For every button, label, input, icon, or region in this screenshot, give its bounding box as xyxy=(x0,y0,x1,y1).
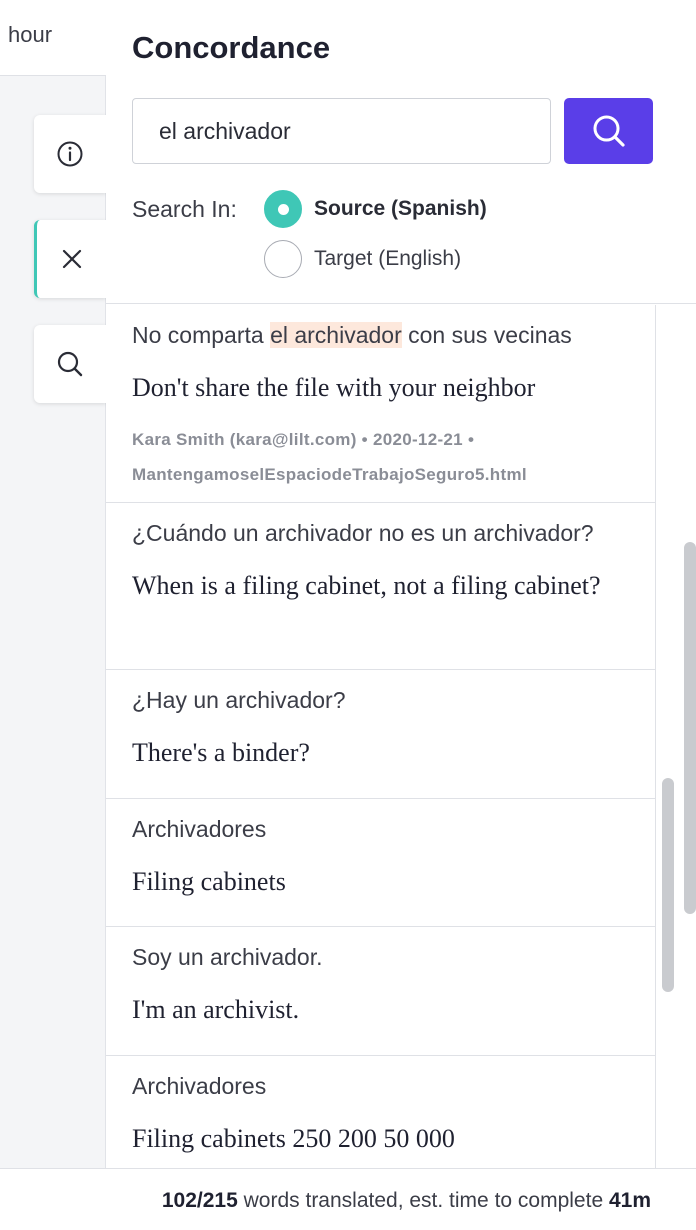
concordance-header: Concordance Search In: Source (Spanish) … xyxy=(106,0,696,304)
info-button[interactable] xyxy=(34,115,106,193)
radio-target[interactable]: Target (English) xyxy=(264,240,461,278)
concordance-search-input[interactable] xyxy=(132,98,551,164)
result-item[interactable]: ¿Hay un archivador? There's a binder? xyxy=(106,670,655,799)
progress-footer: 102/215 words translated, est. time to c… xyxy=(0,1168,696,1230)
radio-target-label: Target (English) xyxy=(314,247,462,270)
radio-source-label: Source (Spanish) xyxy=(314,197,487,220)
result-target: When is a filing cabinet, not a filing c… xyxy=(132,571,601,600)
progress-label: words translated, est. time to complete xyxy=(237,1189,609,1212)
result-item[interactable]: No comparta el archivador con sus vecina… xyxy=(106,305,655,503)
concordance-panel: Concordance Search In: Source (Spanish) … xyxy=(106,0,696,1168)
concordance-results[interactable]: No comparta el archivador con sus vecina… xyxy=(106,305,656,1168)
progress-count: 102/215 xyxy=(161,1189,238,1212)
result-target: I'm an archivist. xyxy=(132,995,300,1024)
result-meta-author-date: Kara Smith (kara@lilt.com) • 2020-12-21 … xyxy=(132,430,475,449)
search-in-label: Search In: xyxy=(132,196,237,222)
result-item[interactable]: Archivadores Filing cabinets xyxy=(106,799,655,927)
result-target: There's a binder? xyxy=(132,738,310,767)
result-source: ¿Cuándo un archivador no es un archivado… xyxy=(132,520,594,546)
result-item[interactable]: Soy un archivador. I'm an archivist. xyxy=(106,927,655,1056)
close-icon xyxy=(62,249,81,269)
radio-source[interactable]: Source (Spanish) xyxy=(264,190,487,228)
result-target: Don't share the file with your neighbor xyxy=(132,373,536,402)
source-text-before: No comparta xyxy=(132,322,271,348)
left-toolbar: hour xyxy=(0,0,106,1168)
search-icon xyxy=(57,351,83,377)
partial-header-text: hour xyxy=(8,22,53,47)
result-target: Filing cabinets 250 200 50 000 xyxy=(132,1124,455,1153)
result-source: ¿Hay un archivador? xyxy=(132,687,346,713)
editor-header-partial: hour xyxy=(0,0,106,76)
search-submit-button[interactable] xyxy=(564,98,653,164)
time-remaining: 41m xyxy=(608,1189,651,1212)
result-source: Archivadores xyxy=(132,1073,267,1099)
result-item[interactable]: Archivadores Filing cabinets 250 200 50 … xyxy=(106,1056,655,1168)
result-source: Archivadores xyxy=(132,816,267,842)
concordance-search-button[interactable] xyxy=(34,325,106,403)
search-icon xyxy=(593,115,625,147)
result-meta-filename: MantengamoselEspaciodeTrabajoSeguro5.htm… xyxy=(132,465,527,484)
result-source: No comparta el archivador con sus vecina… xyxy=(132,322,572,349)
info-icon xyxy=(57,141,83,167)
result-source: Soy un archivador. xyxy=(132,944,323,970)
radio-source-button[interactable] xyxy=(264,190,302,228)
result-target: Filing cabinets xyxy=(132,867,286,896)
source-text-after: con sus vecinas xyxy=(401,322,572,348)
progress-status: 102/215 words translated, est. time to c… xyxy=(162,1189,651,1213)
panel-title: Concordance xyxy=(132,30,331,65)
panel-scrollbar-thumb[interactable] xyxy=(684,542,696,914)
search-highlight: el archivador xyxy=(270,322,402,348)
results-scrollbar-thumb[interactable] xyxy=(662,778,674,992)
close-panel-button[interactable] xyxy=(34,220,106,298)
radio-target-button[interactable] xyxy=(264,240,302,278)
result-item[interactable]: ¿Cuándo un archivador no es un archivado… xyxy=(106,503,655,670)
